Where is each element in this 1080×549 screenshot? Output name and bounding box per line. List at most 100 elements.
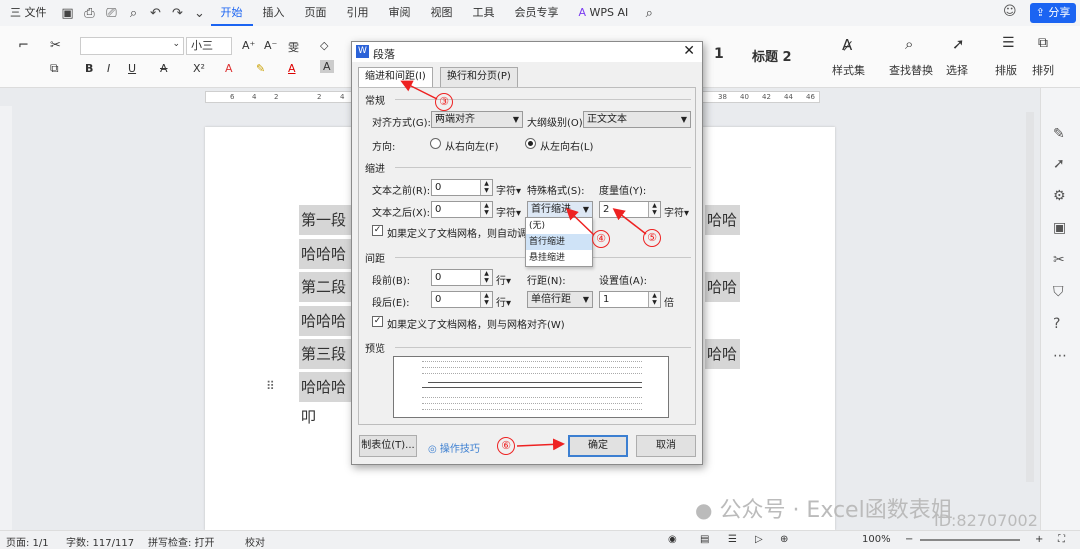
measure-unit[interactable]: 字符▾ [664,204,689,219]
page-view-icon[interactable]: ▤ [700,534,709,545]
doc-line[interactable]: 第二段 [299,272,355,302]
strikethrough-icon[interactable]: A [160,62,168,75]
align-select[interactable]: 两端对齐 ▼ [431,111,523,128]
status-page[interactable]: 页面: 1/1 [6,534,49,549]
dialog-titlebar[interactable]: W 段落 ✕ [352,42,702,62]
spacing-grid-checkbox[interactable]: ✓ [372,316,383,327]
eye-icon[interactable]: ◉ [668,534,677,545]
doc-line[interactable]: 哈哈哈叩 [299,306,355,360]
select-label[interactable]: 选择 [946,62,968,78]
rtl-radio[interactable] [430,138,441,149]
spinner-icon[interactable]: ▲ ▼ [480,202,492,217]
doc-line[interactable]: 哈哈哈叩 [299,239,355,293]
tab-reference[interactable]: 引用 [337,0,379,26]
cancel-button[interactable]: 取消 [636,435,696,457]
dropdown-option[interactable]: 悬挂缩进 [526,250,592,266]
drag-handle-icon[interactable]: ⠿ [266,379,275,393]
share-button[interactable]: ⇪ 分享 [1030,3,1076,23]
preview-icon[interactable]: ⌕ [123,6,145,21]
zoom-in-icon[interactable]: + [1035,534,1043,545]
spinner-icon[interactable]: ▲ ▼ [480,292,492,307]
doc-line-fragment[interactable]: 哈哈 [705,205,740,235]
spinner-icon[interactable]: ▲ ▼ [648,292,660,307]
redo-icon[interactable]: ↷ [167,6,189,21]
spinner-icon[interactable]: ▲ ▼ [480,270,492,285]
status-proof[interactable]: 校对 [245,534,265,549]
web-icon[interactable]: ⊕ [780,534,788,545]
layout-label[interactable]: 排版 [995,62,1017,78]
tab-tools[interactable]: 工具 [463,0,505,26]
outline-icon[interactable]: ☰ [728,534,737,545]
chevron-down-icon[interactable]: ⌄ [189,6,211,21]
settings-icon[interactable]: ⚙ [1053,188,1066,204]
feedback-icon[interactable]: ☺ [1003,4,1017,19]
layout-icon[interactable]: ☰ [1002,35,1015,51]
cursor-icon[interactable]: ➚ [1053,156,1065,172]
export-icon[interactable]: ⎙ [79,6,101,21]
superscript-icon[interactable]: X² [193,62,205,75]
status-words[interactable]: 字数: 117/117 [66,534,134,549]
tab-stops-button[interactable]: 制表位(T)... [359,435,417,457]
phonetic-icon[interactable]: 雯 [288,39,299,55]
vertical-scrollbar[interactable] [1026,112,1034,482]
tab-indent-spacing[interactable]: 缩进和间距(I) [358,67,433,88]
bold-icon[interactable]: B [85,62,93,75]
indent-before-unit[interactable]: 字符▾ [496,182,521,197]
tab-member[interactable]: 会员专享 [505,0,569,26]
special-select[interactable]: 首行缩进 ▼ [527,201,593,218]
highlight-icon[interactable]: ✎ [256,62,265,75]
doc-line-fragment[interactable]: 哈哈 [705,339,740,369]
dropdown-option[interactable]: (无) [526,218,592,234]
ok-button[interactable]: 确定 [568,435,628,457]
space-before-input[interactable]: 0 ▲ ▼ [431,269,493,286]
tab-home[interactable]: 开始 [210,0,253,26]
space-after-input[interactable]: 0 ▲ ▼ [431,291,493,308]
indent-after-input[interactable]: 0 ▲ ▼ [431,201,493,218]
find-replace-label[interactable]: 查找替换 [889,62,933,78]
picture-icon[interactable]: ▣ [1053,220,1066,236]
arrange-label[interactable]: 排列 [1032,62,1054,78]
heading2-style[interactable]: 标题 2 [752,46,792,65]
help-icon[interactable]: ? [1053,316,1060,332]
more-icon[interactable]: ⋯ [1053,348,1067,364]
undo-icon[interactable]: ↶ [145,6,167,21]
wps-ai-button[interactable]: A WPS AI [569,0,639,26]
font-name-select[interactable]: ⌄ [80,37,184,55]
text-effect-icon[interactable]: A [225,62,233,75]
shirt-icon[interactable]: ⛉ [1053,284,1064,300]
space-before-unit[interactable]: 行▾ [496,272,511,287]
indent-grid-label[interactable]: 如果定义了文档网格，则自动调整 [387,225,537,240]
style-set-label[interactable]: 样式集 [832,62,865,78]
tab-insert[interactable]: 插入 [253,0,295,26]
tab-line-page-break[interactable]: 换行和分页(P) [440,67,518,87]
pen-icon[interactable]: ✎ [1053,126,1065,142]
zoom-slider[interactable] [920,539,1020,541]
rtl-label[interactable]: 从右向左(F) [445,138,499,153]
cursor-icon[interactable]: ➚ [952,35,965,53]
heading1-style[interactable]: 1 [714,46,724,62]
set-value-input[interactable]: 1 ▲ ▼ [599,291,661,308]
underline-icon[interactable]: U [128,62,136,75]
copy-icon[interactable]: ⧉ [50,61,59,76]
tips-link[interactable]: ◎ 操作技巧 [428,440,480,455]
measure-input[interactable]: 2 ▲ ▼ [599,201,661,218]
cut-icon[interactable]: ✂ [50,38,61,53]
shrink-font-icon[interactable]: A⁻ [264,39,277,52]
tab-review[interactable]: 审阅 [379,0,421,26]
doc-line[interactable]: 第三段 [299,339,355,369]
outline-select[interactable]: 正文文本 ▼ [583,111,691,128]
space-after-unit[interactable]: 行▾ [496,294,511,309]
print-icon[interactable]: ⎚ [101,6,123,21]
font-color-icon[interactable]: A [288,62,296,75]
tab-page[interactable]: 页面 [295,0,337,26]
grow-font-icon[interactable]: A⁺ [242,39,255,52]
doc-line[interactable]: 哈哈哈叩 [299,372,355,426]
doc-line-fragment[interactable]: 哈哈 [705,272,740,302]
search-icon[interactable]: ⌕ [638,6,660,21]
font-size-select[interactable]: 小三 [186,37,232,55]
tab-view[interactable]: 视图 [421,0,463,26]
format-painter-icon[interactable]: ⌐ [18,38,29,53]
file-menu[interactable]: 三 文件 [0,0,57,26]
play-icon[interactable]: ▷ [755,534,763,545]
italic-icon[interactable]: I [107,62,110,75]
